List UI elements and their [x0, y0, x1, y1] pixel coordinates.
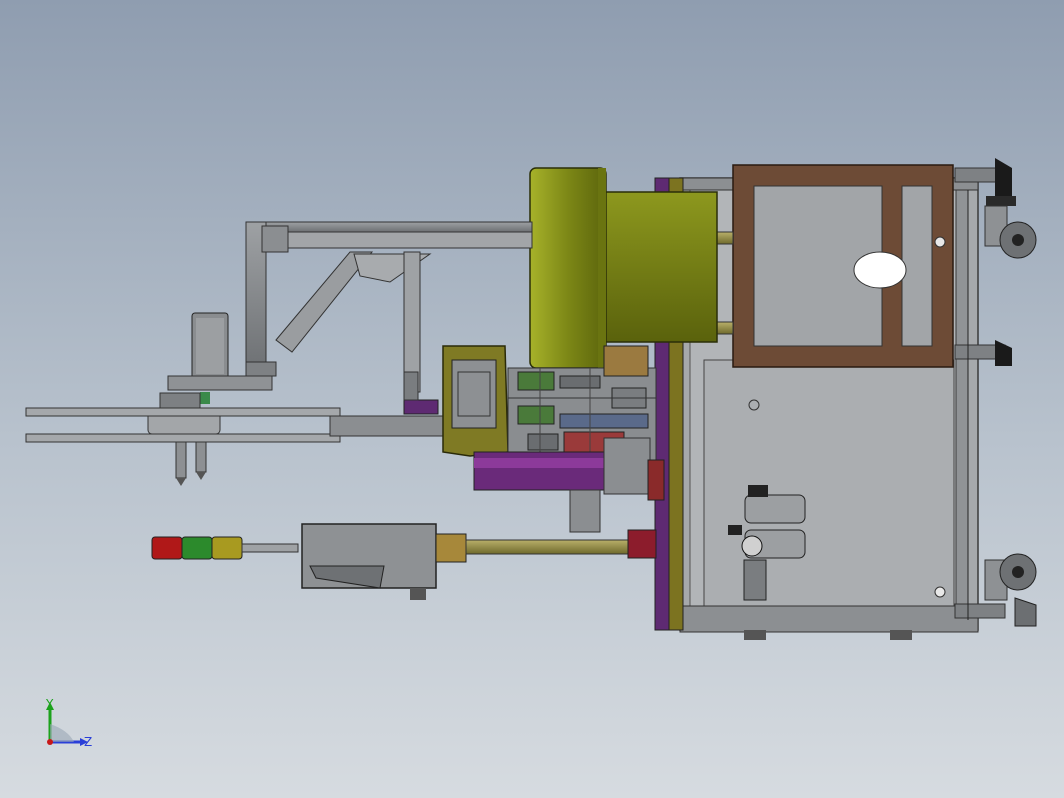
cad-viewport[interactable]: Y Z — [0, 0, 1064, 798]
signal-tower-light — [151, 536, 299, 560]
vibratory-feeder-bowl — [529, 167, 734, 369]
axis-triad-icon: Y Z — [45, 697, 92, 749]
y-axis-label: Y — [45, 697, 54, 711]
linear-actuator — [301, 523, 657, 600]
machine-assembly-drawing — [25, 158, 1037, 640]
purple-base-plate — [473, 437, 665, 533]
z-axis-label: Z — [84, 735, 92, 749]
coordinate-triad: Y Z — [36, 696, 106, 756]
feeder-mount-plate — [442, 345, 509, 457]
brown-mounting-frame — [732, 164, 954, 368]
